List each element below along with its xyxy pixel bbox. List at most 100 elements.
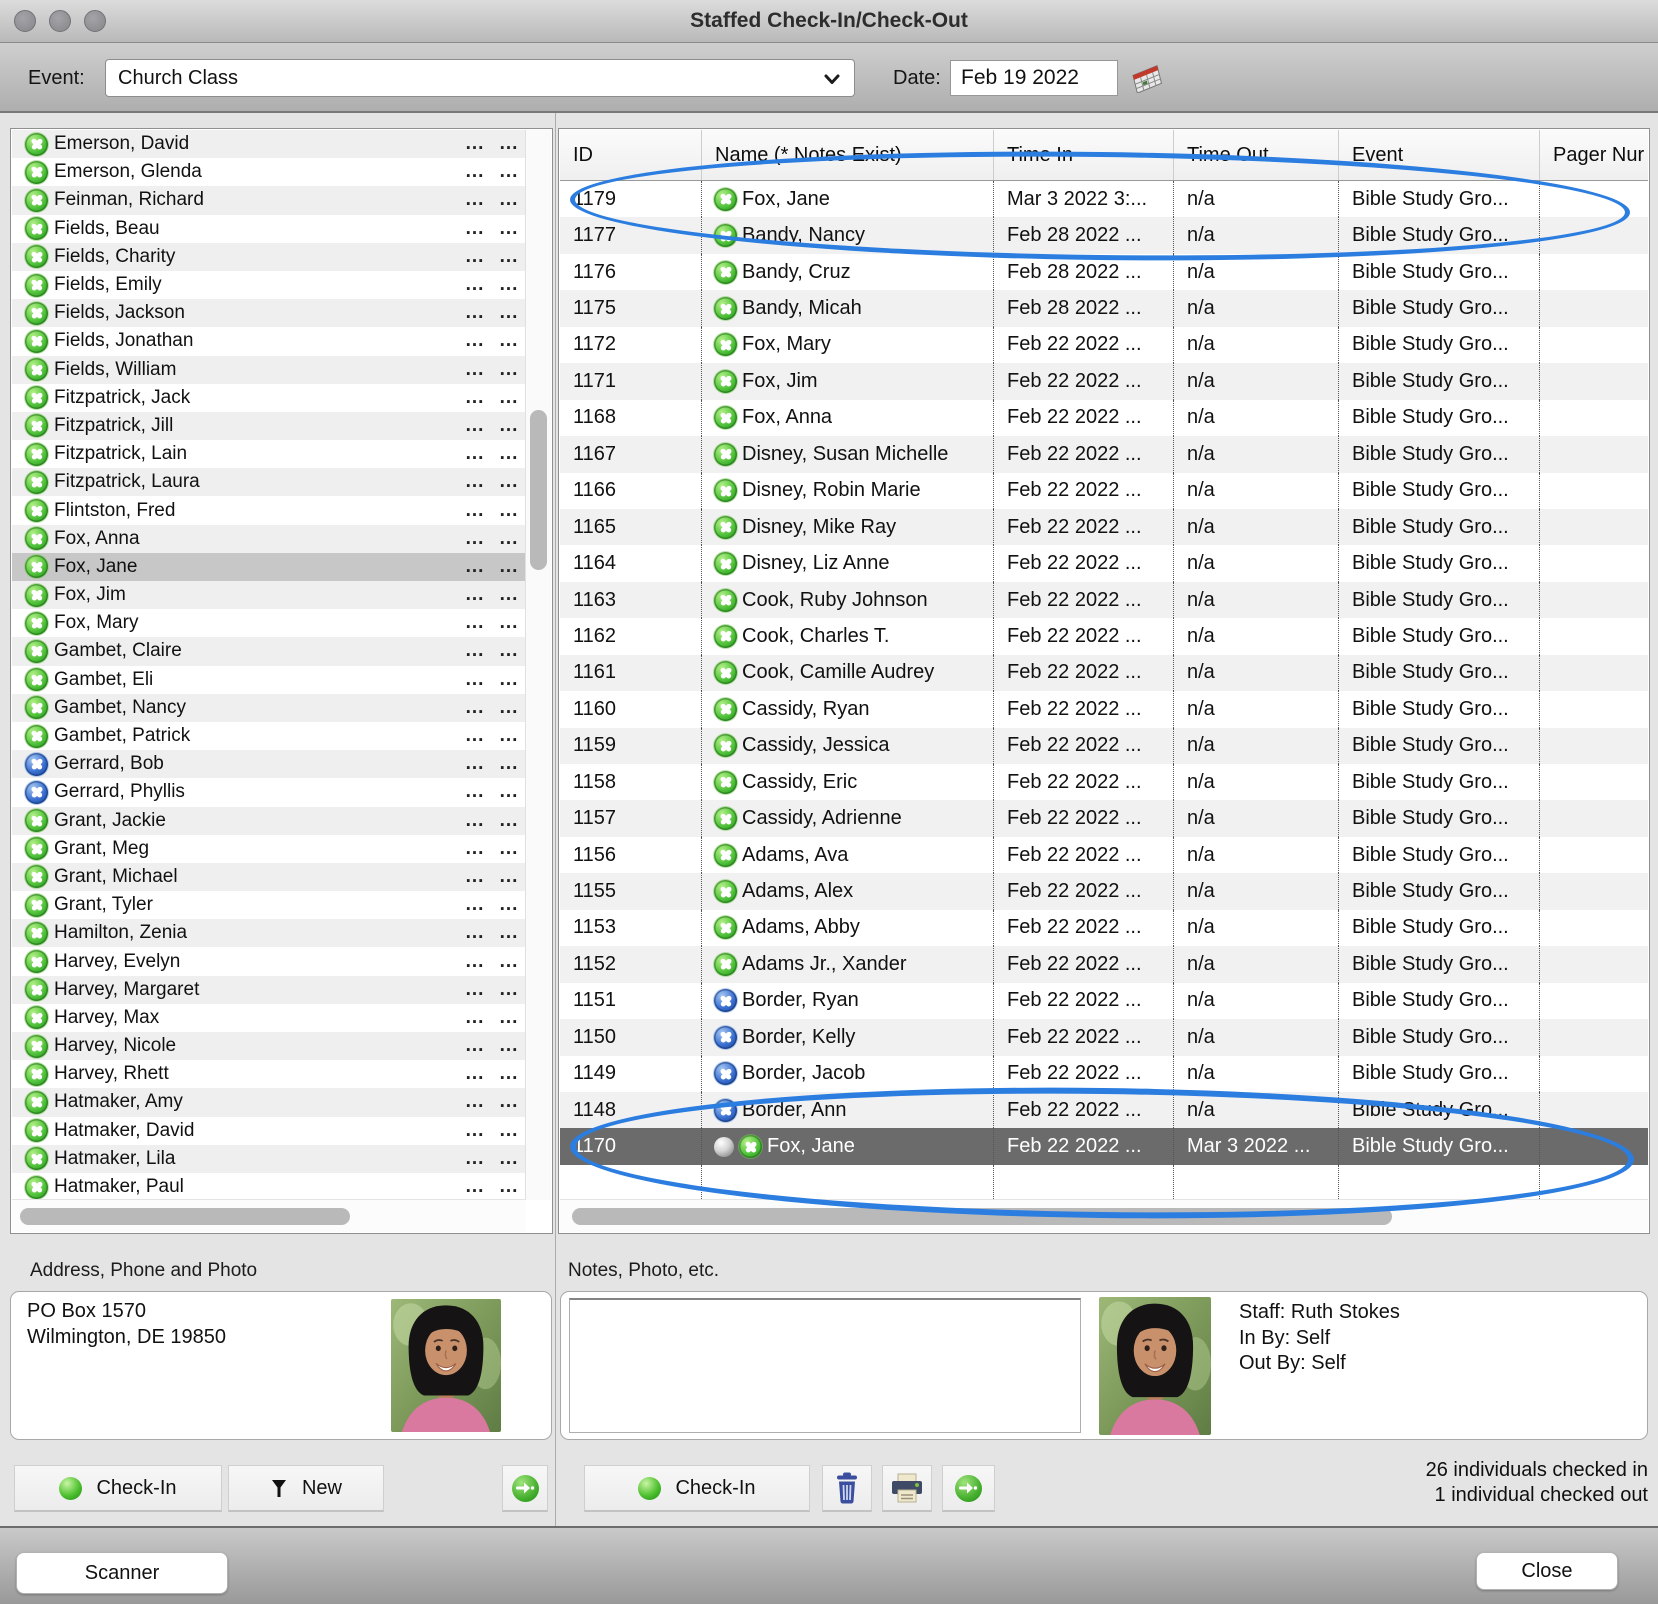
roster-ellipsis-button-1[interactable]: ... — [458, 640, 492, 662]
table-row[interactable]: 1159Cassidy, JessicaFeb 22 2022 ...n/aBi… — [560, 728, 1648, 764]
roster-vertical-scrollbar-thumb[interactable] — [530, 410, 547, 570]
roster-ellipsis-button-1[interactable]: ... — [458, 725, 492, 747]
roster-ellipsis-button-1[interactable]: ... — [458, 584, 492, 606]
table-row[interactable]: 1177Bandy, NancyFeb 28 2022 ...n/aBible … — [560, 217, 1648, 253]
roster-row[interactable]: Gambet, Eli...... — [12, 666, 526, 694]
roster-ellipsis-button-1[interactable]: ... — [458, 979, 492, 1001]
roster-row[interactable]: Emerson, David...... — [12, 130, 526, 158]
attendance-horizontal-scrollbar-thumb[interactable] — [572, 1208, 1392, 1225]
roster-ellipsis-button-2[interactable]: ... — [492, 161, 526, 183]
roster-ellipsis-button-1[interactable]: ... — [458, 612, 492, 634]
roster-ellipsis-button-2[interactable]: ... — [492, 584, 526, 606]
roster-row[interactable]: Hatmaker, David...... — [12, 1117, 526, 1145]
roster-ellipsis-button-2[interactable]: ... — [492, 359, 526, 381]
table-row[interactable]: 1166Disney, Robin MarieFeb 22 2022 ...n/… — [560, 473, 1648, 509]
roster-row[interactable]: Fields, Jonathan...... — [12, 327, 526, 355]
scanner-button[interactable]: Scanner — [16, 1552, 228, 1594]
roster-ellipsis-button-2[interactable]: ... — [492, 810, 526, 832]
table-row[interactable]: 1156Adams, AvaFeb 22 2022 ...n/aBible St… — [560, 837, 1648, 873]
roster-row[interactable]: Grant, Jackie...... — [12, 807, 526, 835]
roster-ellipsis-button-1[interactable]: ... — [458, 866, 492, 888]
roster-row[interactable]: Gerrard, Phyllis...... — [12, 778, 526, 806]
roster-row[interactable]: Harvey, Margaret...... — [12, 976, 526, 1004]
roster-row[interactable]: Fitzpatrick, Lain...... — [12, 440, 526, 468]
roster-row[interactable]: Fox, Jim...... — [12, 581, 526, 609]
table-row[interactable]: 1170Fox, JaneFeb 22 2022 ...Mar 3 2022 .… — [560, 1128, 1648, 1164]
roster-row[interactable]: Hamilton, Zenia...... — [12, 919, 526, 947]
roster-ellipsis-button-1[interactable]: ... — [458, 246, 492, 268]
roster-ellipsis-button-1[interactable]: ... — [458, 922, 492, 944]
roster-row[interactable]: Fitzpatrick, Jack...... — [12, 384, 526, 412]
roster-row[interactable]: Harvey, Evelyn...... — [12, 947, 526, 975]
table-row[interactable]: 1172Fox, MaryFeb 22 2022 ...n/aBible Stu… — [560, 327, 1648, 363]
roster-row[interactable]: Fields, Emily...... — [12, 271, 526, 299]
attendance-check-in-button[interactable]: Check-In — [584, 1465, 810, 1512]
roster-ellipsis-button-1[interactable]: ... — [458, 1148, 492, 1170]
roster-row[interactable]: Fields, William...... — [12, 356, 526, 384]
roster-row[interactable]: Harvey, Rhett...... — [12, 1060, 526, 1088]
print-button[interactable] — [882, 1465, 932, 1512]
attendance-transfer-button[interactable] — [942, 1465, 995, 1512]
table-row[interactable]: 1151Border, RyanFeb 22 2022 ...n/aBible … — [560, 983, 1648, 1019]
table-row[interactable]: 1168Fox, AnnaFeb 22 2022 ...n/aBible Stu… — [560, 400, 1648, 436]
column-header-time-in[interactable]: Time In — [994, 130, 1174, 180]
roster-ellipsis-button-1[interactable]: ... — [458, 471, 492, 493]
roster-ellipsis-button-2[interactable]: ... — [492, 1063, 526, 1085]
roster-ellipsis-button-2[interactable]: ... — [492, 838, 526, 860]
roster-vertical-scrollbar[interactable] — [525, 130, 551, 1200]
table-row[interactable]: 1164Disney, Liz AnneFeb 22 2022 ...n/aBi… — [560, 545, 1648, 581]
roster-ellipsis-button-2[interactable]: ... — [492, 415, 526, 437]
roster-row[interactable]: Fitzpatrick, Laura...... — [12, 468, 526, 496]
roster-ellipsis-button-1[interactable]: ... — [458, 189, 492, 211]
table-row[interactable]: 1176Bandy, CruzFeb 28 2022 ...n/aBible S… — [560, 254, 1648, 290]
table-row[interactable]: 1148Border, AnnFeb 22 2022 ...n/aBible S… — [560, 1092, 1648, 1128]
roster-ellipsis-button-1[interactable]: ... — [458, 359, 492, 381]
roster-ellipsis-button-2[interactable]: ... — [492, 697, 526, 719]
column-header-event[interactable]: Event — [1339, 130, 1540, 180]
roster-ellipsis-button-1[interactable]: ... — [458, 838, 492, 860]
table-row[interactable]: 1150Border, KellyFeb 22 2022 ...n/aBible… — [560, 1019, 1648, 1055]
roster-ellipsis-button-2[interactable]: ... — [492, 753, 526, 775]
roster-ellipsis-button-1[interactable]: ... — [458, 669, 492, 691]
roster-horizontal-scrollbar[interactable] — [12, 1199, 526, 1232]
roster-ellipsis-button-1[interactable]: ... — [458, 1176, 492, 1198]
roster-row[interactable]: Hatmaker, Paul...... — [12, 1173, 526, 1200]
roster-ellipsis-button-2[interactable]: ... — [492, 189, 526, 211]
roster-ellipsis-button-1[interactable]: ... — [458, 218, 492, 240]
roster-ellipsis-button-1[interactable]: ... — [458, 781, 492, 803]
table-row[interactable]: 1160Cassidy, RyanFeb 22 2022 ...n/aBible… — [560, 691, 1648, 727]
table-row[interactable]: 1162Cook, Charles T.Feb 22 2022 ...n/aBi… — [560, 618, 1648, 654]
roster-row[interactable]: Gambet, Nancy...... — [12, 694, 526, 722]
event-select[interactable]: Church Class — [105, 59, 855, 97]
date-input[interactable]: Feb 19 2022 — [950, 60, 1118, 96]
roster-ellipsis-button-2[interactable]: ... — [492, 443, 526, 465]
roster-ellipsis-button-1[interactable]: ... — [458, 415, 492, 437]
roster-ellipsis-button-1[interactable]: ... — [458, 697, 492, 719]
roster-ellipsis-button-2[interactable]: ... — [492, 922, 526, 944]
roster-ellipsis-button-1[interactable]: ... — [458, 302, 492, 324]
table-row[interactable]: 1149Border, JacobFeb 22 2022 ...n/aBible… — [560, 1056, 1648, 1092]
table-row[interactable]: 1158Cassidy, EricFeb 22 2022 ...n/aBible… — [560, 764, 1648, 800]
roster-ellipsis-button-2[interactable]: ... — [492, 1035, 526, 1057]
column-header-time-out[interactable]: Time Out — [1174, 130, 1339, 180]
roster-row[interactable]: Fields, Beau...... — [12, 215, 526, 243]
roster-row[interactable]: Fox, Jane...... — [12, 553, 526, 581]
notes-input[interactable] — [569, 1298, 1081, 1433]
roster-row[interactable]: Emerson, Glenda...... — [12, 158, 526, 186]
table-row[interactable]: 1175Bandy, MicahFeb 28 2022 ...n/aBible … — [560, 290, 1648, 326]
table-row[interactable]: 1153Adams, AbbyFeb 22 2022 ...n/aBible S… — [560, 910, 1648, 946]
date-picker-icon[interactable] — [1130, 63, 1166, 93]
table-row[interactable]: 1165Disney, Mike RayFeb 22 2022 ...n/aBi… — [560, 509, 1648, 545]
table-row[interactable]: 1163Cook, Ruby JohnsonFeb 22 2022 ...n/a… — [560, 582, 1648, 618]
roster-ellipsis-button-2[interactable]: ... — [492, 1091, 526, 1113]
attendance-horizontal-scrollbar[interactable] — [560, 1199, 1648, 1232]
roster-ellipsis-button-1[interactable]: ... — [458, 1035, 492, 1057]
roster-ellipsis-button-2[interactable]: ... — [492, 725, 526, 747]
roster-ellipsis-button-2[interactable]: ... — [492, 669, 526, 691]
roster-ellipsis-button-1[interactable]: ... — [458, 894, 492, 916]
roster-horizontal-scrollbar-thumb[interactable] — [20, 1208, 350, 1225]
roster-row[interactable]: Grant, Tyler...... — [12, 891, 526, 919]
roster-ellipsis-button-1[interactable]: ... — [458, 810, 492, 832]
roster-row[interactable]: Gerrard, Bob...... — [12, 750, 526, 778]
roster-ellipsis-button-1[interactable]: ... — [458, 274, 492, 296]
